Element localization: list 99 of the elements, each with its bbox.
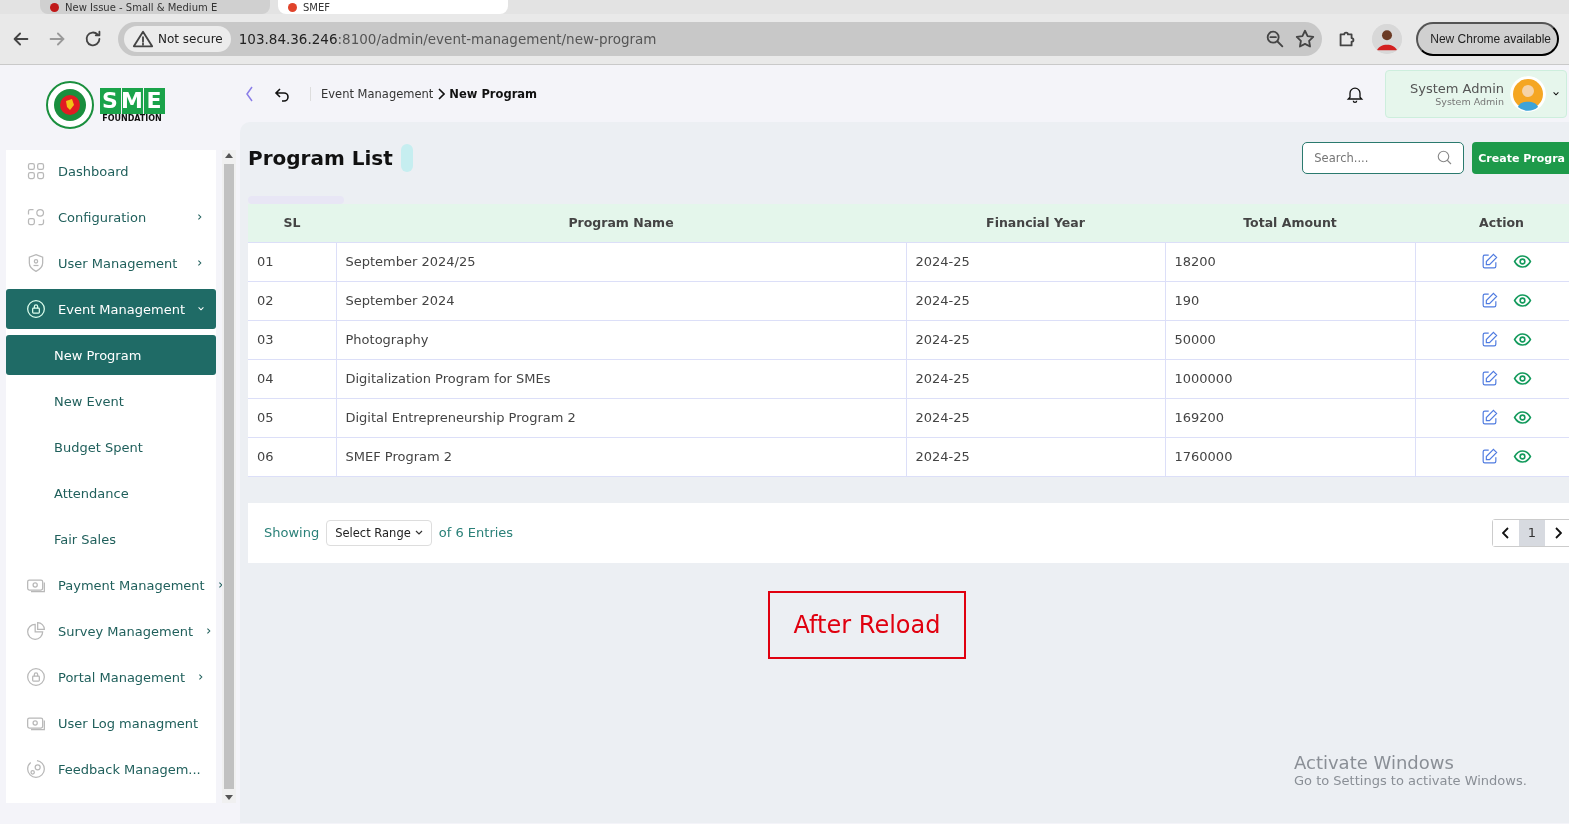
column-header: SL [248, 204, 336, 242]
chevron-right-icon [437, 87, 446, 100]
eye-icon[interactable] [1512, 330, 1532, 349]
search-field[interactable]: Search.... [1302, 142, 1465, 174]
undo-icon[interactable] [274, 85, 290, 102]
sidebar-item[interactable]: Dashboard [6, 151, 216, 191]
table-cell: 2024-25 [906, 242, 1165, 281]
column-header: Financial Year [906, 204, 1165, 242]
sidebar-subitem[interactable]: Fair Sales [6, 519, 216, 559]
annotation-box: After Reload [768, 591, 966, 659]
sidebar-subitem[interactable]: Budget Spent [6, 427, 216, 467]
table-cell: 05 [248, 398, 336, 437]
table-cell: 06 [248, 437, 336, 476]
activation-message: Go to Settings to activate Windows. [1294, 773, 1527, 788]
favicon-icon [50, 2, 59, 12]
pie-chart-icon [26, 621, 46, 641]
chevron-left-icon [1502, 526, 1510, 539]
logo-letter: M [121, 87, 143, 114]
table-cell: 2024-25 [906, 359, 1165, 398]
lock-icon [26, 667, 46, 687]
table-cell: Digital Entrepreneurship Program 2 [336, 398, 906, 437]
activation-title: Activate Windows [1294, 752, 1455, 773]
sidebar-item[interactable]: Event Management [6, 289, 216, 329]
shield-icon [26, 253, 46, 273]
update-button[interactable]: New Chrome available [1416, 22, 1559, 56]
security-chip[interactable]: Not secure [124, 26, 231, 52]
browser-tab[interactable]: New Issue - Small & Medium E [40, 0, 270, 14]
table-cell: 2024-25 [906, 320, 1165, 359]
table-cell: 190 [1165, 281, 1415, 320]
table-cell: Photography [336, 320, 906, 359]
eye-icon[interactable] [1512, 447, 1532, 466]
table-cell: 2024-25 [906, 437, 1165, 476]
table-cell: 169200 [1165, 398, 1415, 437]
user-menu[interactable]: System Admin System Admin [1385, 69, 1567, 118]
column-header: Total Amount [1165, 204, 1415, 242]
table-cell: 04 [248, 359, 336, 398]
url-text: 103.84.36.246:8100/admin/event-management/new-program [238, 31, 658, 47]
avatar [1510, 75, 1546, 112]
create-button[interactable]: Create Progra [1472, 142, 1569, 174]
sidebar-subitem[interactable]: New Program [6, 335, 216, 375]
column-header: Action [1415, 204, 1569, 242]
scroll-up-icon[interactable] [225, 152, 233, 158]
table-cell: 01 [248, 242, 336, 281]
table-cell: 18200 [1165, 242, 1415, 281]
lock-icon [26, 299, 46, 319]
sidebar-item[interactable]: Survey Management [6, 611, 216, 651]
table-cell: September 2024 [336, 281, 906, 320]
entries-label: of 6 Entries [438, 525, 514, 540]
page-button[interactable]: 1 [1519, 519, 1545, 546]
star-icon[interactable] [1294, 28, 1317, 50]
eye-icon[interactable] [1512, 291, 1532, 310]
table-cell: 03 [248, 320, 336, 359]
table-cell: 2024-25 [906, 398, 1165, 437]
chevron-down-icon [1552, 89, 1560, 98]
eye-icon[interactable] [1512, 252, 1532, 271]
chevron-left-icon[interactable] [244, 85, 254, 102]
emblem-icon [45, 81, 94, 129]
address-bar[interactable]: Not secure 103.84.36.246:8100/admin/event-management/new-program [118, 22, 1323, 56]
table-cell: 50000 [1165, 320, 1415, 359]
logo-letter: E [143, 87, 165, 114]
range-select[interactable]: Select Range [326, 519, 432, 546]
user-role: System Admin [1435, 95, 1504, 107]
sidebar-item[interactable]: Portal Management [6, 657, 216, 697]
scroll-down-icon[interactable] [225, 795, 233, 801]
table-cell: 1000000 [1165, 359, 1415, 398]
sidebar-item[interactable]: Feedback Managem... [6, 749, 216, 789]
column-header: Program Name [336, 204, 906, 242]
table-cell: SMEF Program 2 [336, 437, 906, 476]
caret-icon [414, 529, 423, 536]
logo-letter: S [99, 87, 121, 114]
pill-marker [400, 144, 413, 172]
table-cell: 1760000 [1165, 437, 1415, 476]
sidebar-subitem[interactable]: New Event [6, 381, 216, 421]
eye-icon[interactable] [1512, 408, 1532, 427]
sidebar-item[interactable]: User Management [6, 243, 216, 283]
sidebar-item[interactable]: Configuration [6, 197, 216, 237]
showing-label: Showing [264, 525, 320, 540]
breadcrumb-link[interactable]: Event Management [321, 86, 434, 101]
page-title: Program List [248, 146, 393, 170]
breadcrumb-current: New Program [449, 86, 538, 101]
chevron-right-icon [1554, 526, 1562, 539]
circle-icon [26, 759, 46, 779]
scrollbar-thumb[interactable] [224, 164, 234, 789]
grid-icon [26, 161, 46, 181]
table-cell: Digitalization Program for SMEs [336, 359, 906, 398]
eye-icon[interactable] [1512, 369, 1532, 388]
table-cell: 2024-25 [906, 281, 1165, 320]
sidebar-subitem[interactable]: Attendance [6, 473, 216, 513]
warning-icon [132, 28, 154, 50]
scrollbar[interactable] [222, 150, 236, 803]
table-cell: September 2024/25 [336, 242, 906, 281]
table-cell: 02 [248, 281, 336, 320]
shapes-icon [26, 207, 46, 227]
browser-tab[interactable]: SMEF [278, 0, 508, 14]
logo-subtitle: FOUNDATION [102, 113, 162, 123]
sidebar-item[interactable]: User Log managment [6, 703, 216, 743]
sidebar-item[interactable]: Payment Management [6, 565, 216, 605]
user-name: System Admin [1409, 80, 1504, 96]
favicon-icon [288, 2, 297, 12]
